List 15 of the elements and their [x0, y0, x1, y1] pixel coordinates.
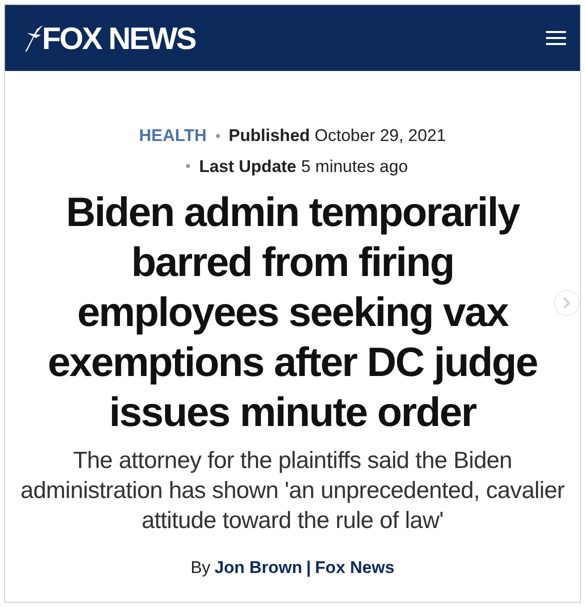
logo[interactable]: FOX NEWS	[42, 22, 196, 54]
chevron-right-icon	[563, 297, 571, 309]
headline: Biden admin temporarily barred from firing employees seeking vax exemptions after DC judge issues minute order	[46, 188, 538, 437]
published-date: Published October 29, 2021	[228, 125, 446, 147]
logo-icon	[23, 23, 45, 53]
last-update: Last Update 5 minutes ago	[199, 156, 408, 178]
author-link[interactable]: Jon Brown	[214, 555, 302, 580]
category-link[interactable]: HEALTH	[138, 123, 207, 148]
menu-icon[interactable]	[546, 30, 566, 46]
byline-separator: |	[306, 557, 312, 579]
byline-prefix: By	[190, 557, 210, 579]
subheadline: The attorney for the plaintiffs said the Biden administration has shown 'an unprecedented, cavalier attitude toward the rule of law'	[20, 446, 565, 535]
bullet-icon	[216, 134, 220, 138]
outlet-link[interactable]: Fox News	[315, 555, 394, 580]
bullet-icon	[186, 164, 190, 168]
